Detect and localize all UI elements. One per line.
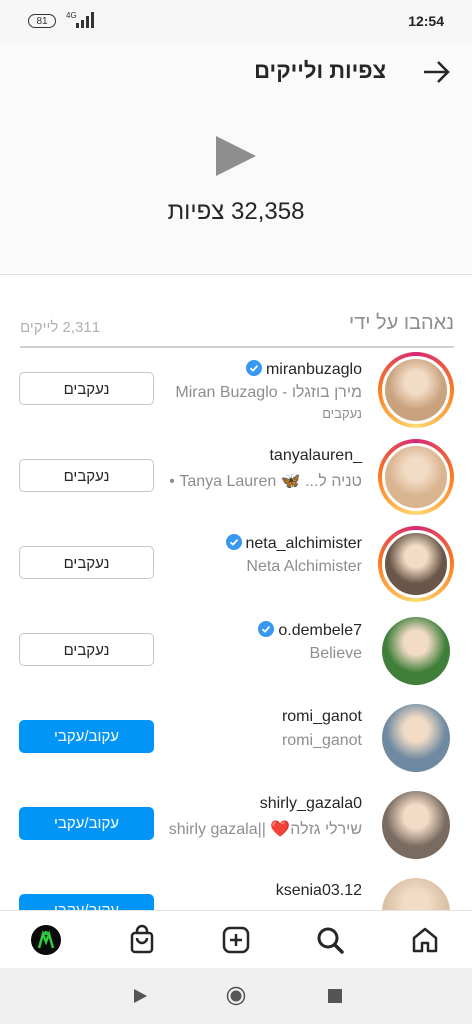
liker-row[interactable]: tanyalauren_ טניה ל... 🦋 Tanya Lauren • נע… xyxy=(0,439,472,525)
liker-row[interactable]: romi_ganot romi_ganot עקוב/עקבי xyxy=(0,700,472,786)
search-icon[interactable] xyxy=(314,924,346,956)
signal-icon xyxy=(76,12,94,28)
system-back-icon[interactable] xyxy=(130,986,150,1006)
profile-icon[interactable] xyxy=(30,924,62,956)
avatar[interactable] xyxy=(378,787,454,863)
username[interactable]: miranbuzaglo xyxy=(245,360,362,379)
username-text: ksenia03.12 xyxy=(275,882,362,899)
following-button[interactable]: נעקבים xyxy=(19,372,154,405)
username[interactable]: o.dembele7 xyxy=(258,621,362,640)
avatar[interactable] xyxy=(378,439,454,515)
username[interactable]: ksenia03.12 xyxy=(276,882,362,900)
following-button[interactable]: נעקבים xyxy=(19,546,154,579)
full-name: טניה ל... 🦋 Tanya Lauren • xyxy=(169,473,362,490)
avatar-image xyxy=(382,791,450,859)
avatar-image xyxy=(382,356,450,424)
clock: 12:54 xyxy=(408,13,444,29)
liker-row[interactable]: shirly_gazala0 שירלי גזלה❤️ ||shirly gaza… xyxy=(0,787,472,873)
battery-indicator: 81 xyxy=(28,14,56,28)
username-text: tanyalauren_ xyxy=(269,447,362,464)
following-button[interactable]: נעקבים xyxy=(19,633,154,666)
header: צפיות ולייקים xyxy=(0,42,472,102)
following-button[interactable]: נעקבים xyxy=(19,459,154,492)
liker-row[interactable]: miranbuzaglo מירן בוזגלו - Miran Buzaglo נ… xyxy=(0,352,472,438)
full-name: Neta Alchimister xyxy=(246,558,362,575)
liker-row[interactable]: o.dembele7 Believe נעקבים xyxy=(0,613,472,699)
page-title: צפיות ולייקים xyxy=(254,58,386,83)
username-text: shirly_gazala0 xyxy=(259,795,362,812)
full-name: שירלי גזלה❤️ ||shirly gazala xyxy=(168,821,362,838)
system-recents-icon[interactable] xyxy=(325,986,345,1006)
status-bar: 81 4G 12:54 xyxy=(0,0,472,42)
full-name: מירן בוזגלו - Miran Buzaglo xyxy=(175,384,362,401)
liked-by-header: נאהבו על ידי 2,311 לייקים xyxy=(20,312,454,348)
username[interactable]: shirly_gazala0 xyxy=(260,795,362,813)
play-icon xyxy=(216,136,256,176)
full-name: romi_ganot xyxy=(281,732,362,749)
avatar[interactable] xyxy=(378,352,454,428)
back-arrow-icon[interactable] xyxy=(418,54,454,90)
relationship-label: נעקבים xyxy=(322,406,362,421)
avatar-image xyxy=(382,617,450,685)
avatar-image xyxy=(382,530,450,598)
system-nav-bar xyxy=(0,968,472,1024)
liker-row[interactable]: neta_alchimister Neta Alchimister נעקבים xyxy=(0,526,472,612)
bottom-nav xyxy=(0,910,472,969)
likes-count: 2,311 לייקים xyxy=(20,319,101,336)
verified-badge-icon xyxy=(225,534,242,550)
avatar-image xyxy=(382,443,450,511)
views-count: 32,358 צפיות xyxy=(167,198,305,225)
views-section: 32,358 צפיות xyxy=(0,102,472,275)
avatar-image xyxy=(382,704,450,772)
follow-button[interactable]: עקוב/עקבי xyxy=(19,720,154,753)
home-icon[interactable] xyxy=(409,924,441,956)
verified-badge-icon xyxy=(245,360,262,376)
username-text: neta_alchimister xyxy=(245,535,363,552)
avatar[interactable] xyxy=(378,700,454,776)
username[interactable]: romi_ganot xyxy=(282,708,362,726)
full-name: Believe xyxy=(309,645,362,662)
username-text: miranbuzaglo xyxy=(265,361,362,378)
liked-by-title: נאהבו על ידי xyxy=(349,312,454,334)
verified-badge-icon xyxy=(258,621,275,637)
username-text: o.dembele7 xyxy=(278,622,362,639)
username[interactable]: tanyalauren_ xyxy=(269,447,362,465)
system-home-icon[interactable] xyxy=(226,986,246,1006)
follow-button[interactable]: עקוב/עקבי xyxy=(19,807,154,840)
username-text: romi_ganot xyxy=(281,708,362,725)
username[interactable]: neta_alchimister xyxy=(225,534,363,553)
avatar[interactable] xyxy=(378,526,454,602)
avatar[interactable] xyxy=(378,613,454,689)
new-post-icon[interactable] xyxy=(220,924,252,956)
shop-icon[interactable] xyxy=(126,924,158,956)
